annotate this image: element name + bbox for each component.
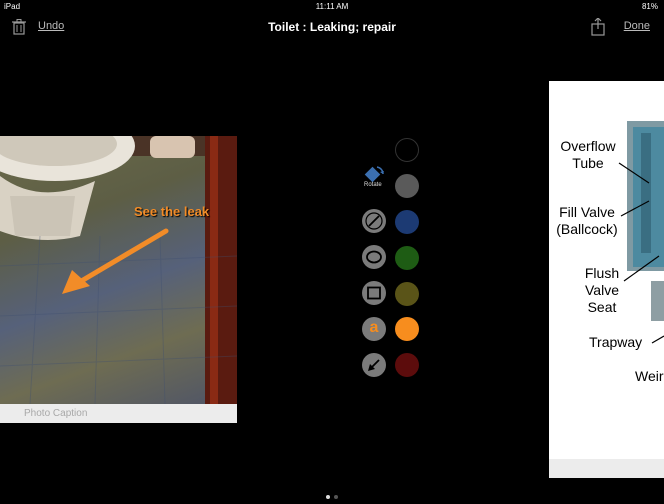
battery-level: 81% bbox=[641, 2, 658, 11]
color-swatch-green[interactable] bbox=[395, 246, 419, 270]
page-title: Toilet : Leaking; repair bbox=[268, 20, 396, 34]
label-fill-valve: Fill Valve (Ballcock) bbox=[556, 204, 618, 237]
color-swatch-maroon[interactable] bbox=[395, 353, 419, 377]
color-swatch-black[interactable] bbox=[395, 138, 419, 162]
color-swatch-navy[interactable] bbox=[395, 210, 419, 234]
page-dot-1[interactable] bbox=[326, 495, 330, 499]
photo-caption-field-2[interactable] bbox=[549, 459, 664, 478]
rotate-icon[interactable] bbox=[363, 165, 385, 183]
label-weir: Weir bbox=[635, 368, 664, 384]
color-swatch-olive[interactable] bbox=[395, 282, 419, 306]
navigation-bar: Undo Toilet : Leaking; repair Done bbox=[0, 14, 664, 42]
page-dot-2[interactable] bbox=[334, 495, 338, 499]
ellipse-tool-button[interactable] bbox=[362, 245, 386, 269]
label-overflow-tube: Overflow Tube bbox=[560, 138, 616, 171]
label-flush-valve-seat: Flush Valve Seat bbox=[584, 265, 620, 315]
text-tool-glyph: a bbox=[369, 319, 379, 336]
photo-caption-field[interactable]: Photo Caption bbox=[0, 404, 237, 423]
rectangle-icon bbox=[367, 286, 381, 300]
status-time: 11:11 AM bbox=[315, 2, 349, 11]
page-control[interactable] bbox=[0, 486, 664, 504]
share-icon[interactable] bbox=[590, 18, 606, 36]
arrow-tool-button[interactable] bbox=[362, 353, 386, 377]
toilet-photo-illustration bbox=[0, 136, 237, 404]
arrow-icon bbox=[368, 359, 380, 371]
line-icon bbox=[365, 212, 383, 230]
color-swatch-orange[interactable] bbox=[395, 317, 419, 341]
leak-photo[interactable]: See the leak bbox=[0, 136, 237, 404]
caption-placeholder: Photo Caption bbox=[24, 408, 88, 419]
color-swatch-gray[interactable] bbox=[395, 174, 419, 198]
diagram-photo[interactable]: Overflow Tube Fill Valve (Ballcock) Flus… bbox=[549, 81, 664, 459]
annotation-text[interactable]: See the leak bbox=[134, 204, 209, 219]
line-tool-button[interactable] bbox=[362, 209, 386, 233]
text-tool-button[interactable]: a bbox=[362, 317, 386, 341]
done-button[interactable]: Done bbox=[624, 20, 650, 32]
label-trapway: Trapway bbox=[589, 334, 643, 350]
rotate-label: Rotate bbox=[364, 182, 382, 188]
status-bar: iPad 11:11 AM 81% bbox=[0, 0, 664, 14]
rectangle-tool-button[interactable] bbox=[362, 281, 386, 305]
ellipse-icon bbox=[366, 250, 382, 264]
